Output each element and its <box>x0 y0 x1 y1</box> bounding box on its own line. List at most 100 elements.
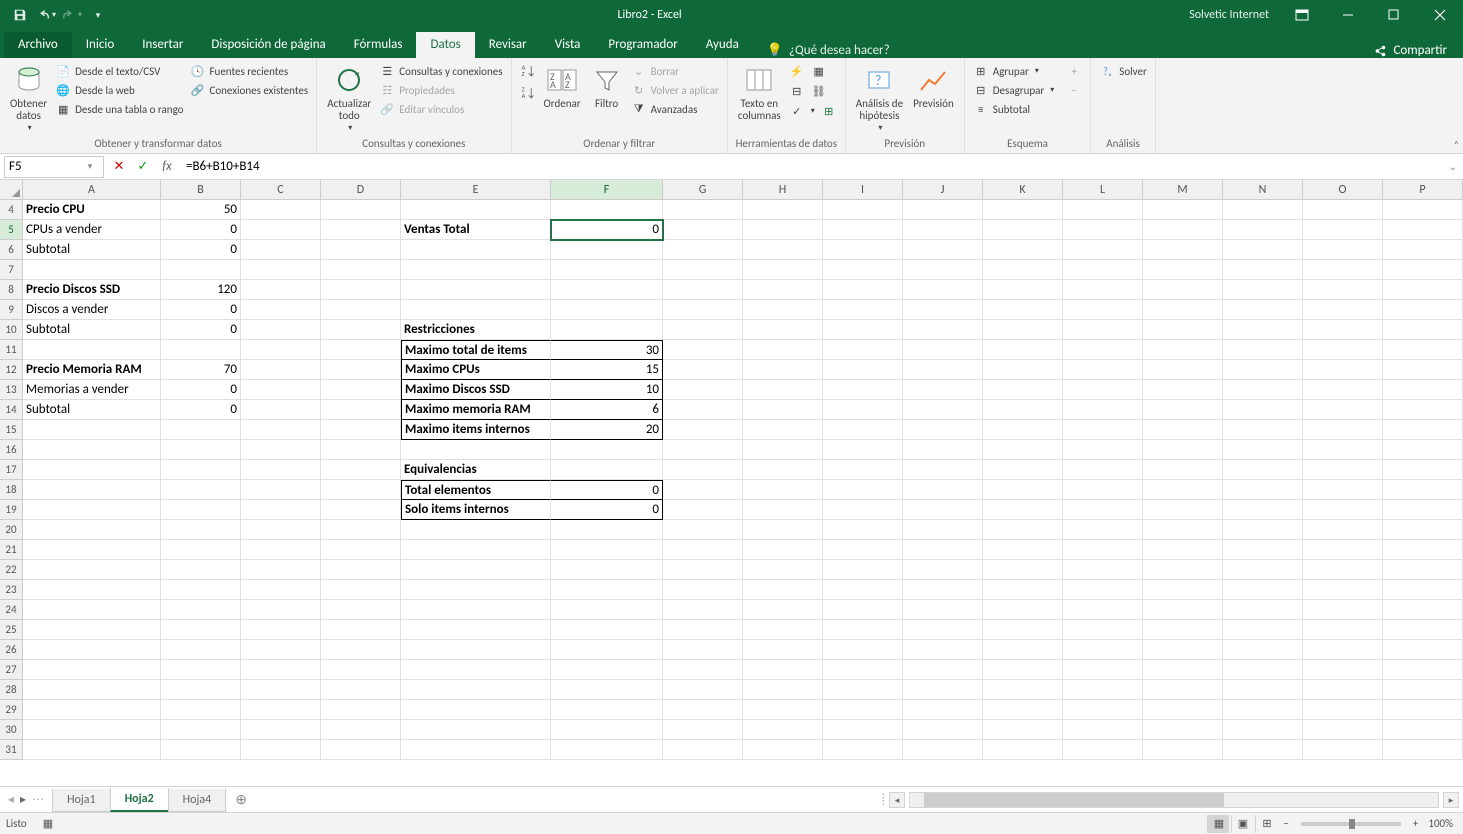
cell-M7[interactable] <box>1143 260 1223 280</box>
cell-F30[interactable] <box>551 720 663 740</box>
cell-B25[interactable] <box>161 620 241 640</box>
cell-N24[interactable] <box>1223 600 1303 620</box>
cell-K19[interactable] <box>983 500 1063 520</box>
row-header-6[interactable]: 6 <box>0 240 23 260</box>
view-layout-icon[interactable]: ▣ <box>1231 815 1253 833</box>
cell-I31[interactable] <box>823 740 903 760</box>
cell-B12[interactable]: 70 <box>161 360 241 380</box>
cell-G28[interactable] <box>663 680 743 700</box>
cell-O12[interactable] <box>1303 360 1383 380</box>
cell-J26[interactable] <box>903 640 983 660</box>
tab-datos[interactable]: Datos <box>416 32 474 58</box>
cell-F25[interactable] <box>551 620 663 640</box>
cell-G18[interactable] <box>663 480 743 500</box>
cell-K9[interactable] <box>983 300 1063 320</box>
cell-H26[interactable] <box>743 640 823 660</box>
cell-P16[interactable] <box>1383 440 1463 460</box>
cell-C21[interactable] <box>241 540 321 560</box>
cell-G24[interactable] <box>663 600 743 620</box>
cell-J6[interactable] <box>903 240 983 260</box>
row-header-24[interactable]: 24 <box>0 600 23 620</box>
cell-D11[interactable] <box>321 340 401 360</box>
cell-A19[interactable] <box>23 500 161 520</box>
row-header-18[interactable]: 18 <box>0 480 23 500</box>
cell-B31[interactable] <box>161 740 241 760</box>
cell-N19[interactable] <box>1223 500 1303 520</box>
cell-K18[interactable] <box>983 480 1063 500</box>
cell-F16[interactable] <box>551 440 663 460</box>
cell-M12[interactable] <box>1143 360 1223 380</box>
cell-G26[interactable] <box>663 640 743 660</box>
cell-B18[interactable] <box>161 480 241 500</box>
cell-H17[interactable] <box>743 460 823 480</box>
redo-icon[interactable]: ▾ <box>60 3 84 27</box>
cell-A27[interactable] <box>23 660 161 680</box>
cell-P15[interactable] <box>1383 420 1463 440</box>
cell-A21[interactable] <box>23 540 161 560</box>
expand-formula-icon[interactable]: ⌄ <box>1443 160 1463 173</box>
cell-N22[interactable] <box>1223 560 1303 580</box>
name-box-dropdown-icon[interactable]: ▾ <box>81 161 99 172</box>
cell-I25[interactable] <box>823 620 903 640</box>
cell-M5[interactable] <box>1143 220 1223 240</box>
sheet-tab-hoja1[interactable]: Hoja1 <box>52 789 111 812</box>
cell-J12[interactable] <box>903 360 983 380</box>
cell-A15[interactable] <box>23 420 161 440</box>
cell-P6[interactable] <box>1383 240 1463 260</box>
cell-G4[interactable] <box>663 200 743 220</box>
cell-B10[interactable]: 0 <box>161 320 241 340</box>
row-header-9[interactable]: 9 <box>0 300 23 320</box>
cell-I18[interactable] <box>823 480 903 500</box>
row-header-12[interactable]: 12 <box>0 360 23 380</box>
zoom-in-icon[interactable]: + <box>1409 817 1422 830</box>
cell-E5[interactable]: Ventas Total <box>401 220 551 240</box>
cell-M31[interactable] <box>1143 740 1223 760</box>
cell-L16[interactable] <box>1063 440 1143 460</box>
row-header-28[interactable]: 28 <box>0 680 23 700</box>
cell-G25[interactable] <box>663 620 743 640</box>
cell-G27[interactable] <box>663 660 743 680</box>
cell-O24[interactable] <box>1303 600 1383 620</box>
tab-diseno[interactable]: Disposición de página <box>197 32 339 58</box>
cell-I20[interactable] <box>823 520 903 540</box>
cell-O14[interactable] <box>1303 400 1383 420</box>
cell-E23[interactable] <box>401 580 551 600</box>
cell-B30[interactable] <box>161 720 241 740</box>
cell-J9[interactable] <box>903 300 983 320</box>
cell-D4[interactable] <box>321 200 401 220</box>
cell-B21[interactable] <box>161 540 241 560</box>
cell-D23[interactable] <box>321 580 401 600</box>
cell-L26[interactable] <box>1063 640 1143 660</box>
ribbon-options-icon[interactable] <box>1279 0 1325 30</box>
cell-H7[interactable] <box>743 260 823 280</box>
cell-H13[interactable] <box>743 380 823 400</box>
cell-P19[interactable] <box>1383 500 1463 520</box>
cell-H6[interactable] <box>743 240 823 260</box>
cell-H11[interactable] <box>743 340 823 360</box>
cell-A18[interactable] <box>23 480 161 500</box>
cell-B7[interactable] <box>161 260 241 280</box>
cell-O23[interactable] <box>1303 580 1383 600</box>
cell-A26[interactable] <box>23 640 161 660</box>
cell-E19[interactable]: Solo items internos <box>401 500 551 520</box>
cell-B20[interactable] <box>161 520 241 540</box>
cell-D20[interactable] <box>321 520 401 540</box>
cell-H9[interactable] <box>743 300 823 320</box>
sort-asc-button[interactable]: AZ <box>518 62 538 80</box>
cell-M8[interactable] <box>1143 280 1223 300</box>
cell-A25[interactable] <box>23 620 161 640</box>
cell-H4[interactable] <box>743 200 823 220</box>
cell-K31[interactable] <box>983 740 1063 760</box>
flash-fill-button[interactable]: ⚡ <box>787 62 807 80</box>
cell-M21[interactable] <box>1143 540 1223 560</box>
cell-M11[interactable] <box>1143 340 1223 360</box>
cell-P8[interactable] <box>1383 280 1463 300</box>
cell-A28[interactable] <box>23 680 161 700</box>
cell-H31[interactable] <box>743 740 823 760</box>
name-box[interactable]: ▾ <box>4 156 104 178</box>
hscroll-right-icon[interactable]: ▸ <box>1443 792 1459 808</box>
cell-C30[interactable] <box>241 720 321 740</box>
cell-B26[interactable] <box>161 640 241 660</box>
cell-N27[interactable] <box>1223 660 1303 680</box>
sheet-nav-more-icon[interactable]: ⋯ <box>32 792 44 807</box>
